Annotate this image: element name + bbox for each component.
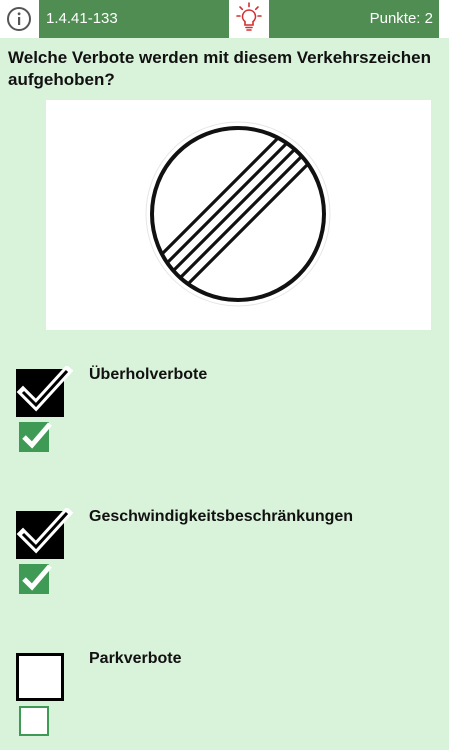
- end-of-all-restrictions-sign-icon: [145, 121, 331, 307]
- correct-answer-mark-1: [19, 420, 52, 452]
- lightbulb-icon: [236, 2, 262, 31]
- top-bar: 1.4.41-133 Punkte: 2: [0, 0, 449, 38]
- checked-checkbox-icon: [16, 364, 74, 417]
- answer-checkbox-1[interactable]: [15, 364, 74, 417]
- answer-label-3: Parkverbote: [89, 650, 182, 667]
- correct-answer-mark-2: [19, 562, 52, 594]
- answer-option-1[interactable]: Überholverbote: [0, 364, 449, 466]
- checked-checkbox-icon: [16, 506, 74, 559]
- points-label: Punkte: 2: [369, 10, 433, 27]
- points-box: Punkte: 2: [269, 0, 439, 38]
- correct-check-icon: [19, 422, 52, 452]
- hint-button[interactable]: [229, 0, 269, 38]
- answer-label-2: Geschwindigkeitsbeschränkungen: [89, 508, 354, 525]
- unchecked-checkbox-icon: [16, 653, 64, 701]
- sign-image-area: [46, 100, 431, 330]
- answer-label-1: Überholverbote: [89, 366, 208, 383]
- answer-checkbox-3[interactable]: [15, 650, 65, 701]
- info-icon: [7, 7, 31, 31]
- answer-checkbox-2[interactable]: [15, 506, 74, 559]
- question-id: 1.4.41-133: [46, 10, 118, 27]
- correct-check-icon: [19, 564, 52, 594]
- correct-answer-mark-3: [19, 704, 50, 736]
- question-text: Welche Verbote werden mit diesem Verkehr…: [8, 48, 431, 89]
- question-id-box: 1.4.41-133: [39, 0, 229, 38]
- info-button[interactable]: [6, 6, 32, 32]
- empty-correct-box-icon: [19, 706, 49, 736]
- answer-option-3[interactable]: Parkverbote: [0, 650, 449, 750]
- answer-option-2[interactable]: Geschwindigkeitsbeschränkungen: [0, 506, 449, 608]
